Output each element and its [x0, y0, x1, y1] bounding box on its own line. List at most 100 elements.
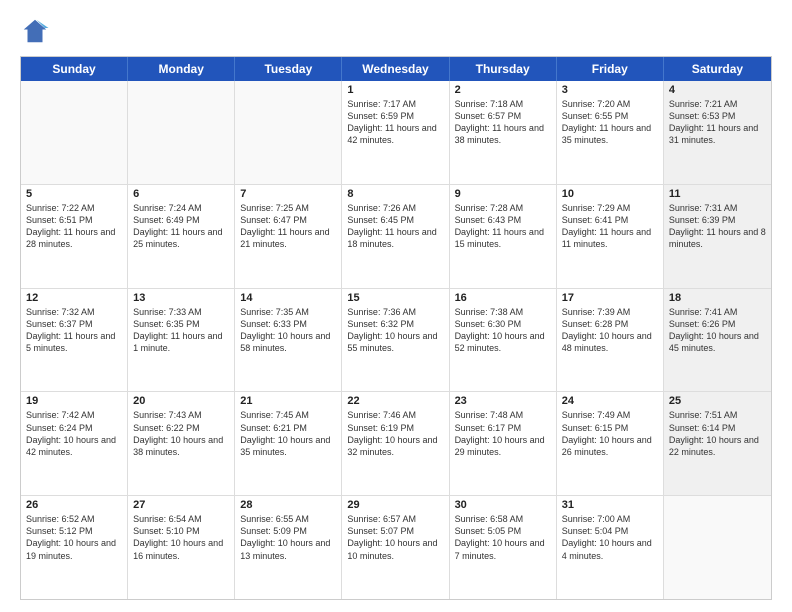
calendar-cell: 1 Sunrise: 7:17 AM Sunset: 6:59 PM Daylig…: [342, 81, 449, 184]
day-number: 1: [347, 84, 443, 96]
day-number: 24: [562, 395, 658, 407]
calendar-cell: 11 Sunrise: 7:31 AM Sunset: 6:39 PM Dayli…: [664, 185, 771, 288]
cell-details: Sunrise: 7:32 AM Sunset: 6:37 PM Dayligh…: [26, 306, 122, 355]
cell-details: Sunrise: 7:43 AM Sunset: 6:22 PM Dayligh…: [133, 409, 229, 458]
cell-details: Sunrise: 7:41 AM Sunset: 6:26 PM Dayligh…: [669, 306, 766, 355]
calendar-cell: [664, 496, 771, 599]
calendar-cell: 24 Sunrise: 7:49 AM Sunset: 6:15 PM Dayli…: [557, 392, 664, 495]
cell-details: Sunrise: 6:55 AM Sunset: 5:09 PM Dayligh…: [240, 513, 336, 562]
day-number: 14: [240, 292, 336, 304]
calendar-cell: 12 Sunrise: 7:32 AM Sunset: 6:37 PM Dayli…: [21, 289, 128, 392]
calendar-cell: 7 Sunrise: 7:25 AM Sunset: 6:47 PM Daylig…: [235, 185, 342, 288]
calendar-cell: 29Sunrise: 6:57 AM Sunset: 5:07 PM Dayli…: [342, 496, 449, 599]
cell-details: Sunrise: 7:42 AM Sunset: 6:24 PM Dayligh…: [26, 409, 122, 458]
day-number: 5: [26, 188, 122, 200]
header-day-wednesday: Wednesday: [342, 57, 449, 81]
day-number: 30: [455, 499, 551, 511]
cell-details: Sunrise: 7:17 AM Sunset: 6:59 PM Dayligh…: [347, 98, 443, 147]
day-number: 25: [669, 395, 766, 407]
day-number: 19: [26, 395, 122, 407]
day-number: 8: [347, 188, 443, 200]
calendar-row-3: 19 Sunrise: 7:42 AM Sunset: 6:24 PM Dayli…: [21, 392, 771, 496]
day-number: 16: [455, 292, 551, 304]
day-number: 10: [562, 188, 658, 200]
cell-details: Sunrise: 7:38 AM Sunset: 6:30 PM Dayligh…: [455, 306, 551, 355]
day-number: 12: [26, 292, 122, 304]
calendar-cell: 23Sunrise: 7:48 AM Sunset: 6:17 PM Dayli…: [450, 392, 557, 495]
cell-details: Sunrise: 7:45 AM Sunset: 6:21 PM Dayligh…: [240, 409, 336, 458]
cell-details: Sunrise: 7:48 AM Sunset: 6:17 PM Dayligh…: [455, 409, 551, 458]
calendar-cell: 28Sunrise: 6:55 AM Sunset: 5:09 PM Dayli…: [235, 496, 342, 599]
day-number: 20: [133, 395, 229, 407]
calendar-cell: 30 Sunrise: 6:58 AM Sunset: 5:05 PM Dayli…: [450, 496, 557, 599]
header-day-friday: Friday: [557, 57, 664, 81]
cell-details: Sunrise: 7:00 AM Sunset: 5:04 PM Dayligh…: [562, 513, 658, 562]
cell-details: Sunrise: 7:46 AM Sunset: 6:19 PM Dayligh…: [347, 409, 443, 458]
cell-details: Sunrise: 7:36 AM Sunset: 6:32 PM Dayligh…: [347, 306, 443, 355]
calendar-cell: 18 Sunrise: 7:41 AM Sunset: 6:26 PM Dayli…: [664, 289, 771, 392]
calendar-cell: 5 Sunrise: 7:22 AM Sunset: 6:51 PM Daylig…: [21, 185, 128, 288]
day-number: 26: [26, 499, 122, 511]
calendar-cell: 17 Sunrise: 7:39 AM Sunset: 6:28 PM Dayli…: [557, 289, 664, 392]
cell-details: Sunrise: 7:49 AM Sunset: 6:15 PM Dayligh…: [562, 409, 658, 458]
cell-details: Sunrise: 7:21 AM Sunset: 6:53 PM Dayligh…: [669, 98, 766, 147]
calendar-cell: 31 Sunrise: 7:00 AM Sunset: 5:04 PM Dayli…: [557, 496, 664, 599]
page: SundayMondayTuesdayWednesdayThursdayFrid…: [0, 0, 792, 612]
day-number: 6: [133, 188, 229, 200]
cell-details: Sunrise: 7:26 AM Sunset: 6:45 PM Dayligh…: [347, 202, 443, 251]
cell-details: Sunrise: 7:22 AM Sunset: 6:51 PM Dayligh…: [26, 202, 122, 251]
calendar-cell: 26Sunrise: 6:52 AM Sunset: 5:12 PM Dayli…: [21, 496, 128, 599]
calendar-cell: 2Sunrise: 7:18 AM Sunset: 6:57 PM Daylig…: [450, 81, 557, 184]
calendar-cell: 16 Sunrise: 7:38 AM Sunset: 6:30 PM Dayli…: [450, 289, 557, 392]
calendar-cell: 19 Sunrise: 7:42 AM Sunset: 6:24 PM Dayli…: [21, 392, 128, 495]
cell-details: Sunrise: 7:18 AM Sunset: 6:57 PM Dayligh…: [455, 98, 551, 147]
calendar-cell: 6 Sunrise: 7:24 AM Sunset: 6:49 PM Daylig…: [128, 185, 235, 288]
calendar-cell: 14 Sunrise: 7:35 AM Sunset: 6:33 PM Dayli…: [235, 289, 342, 392]
day-number: 9: [455, 188, 551, 200]
cell-details: Sunrise: 7:24 AM Sunset: 6:49 PM Dayligh…: [133, 202, 229, 251]
day-number: 22: [347, 395, 443, 407]
day-number: 18: [669, 292, 766, 304]
cell-details: Sunrise: 6:58 AM Sunset: 5:05 PM Dayligh…: [455, 513, 551, 562]
calendar-body: 1 Sunrise: 7:17 AM Sunset: 6:59 PM Daylig…: [21, 81, 771, 599]
cell-details: Sunrise: 7:29 AM Sunset: 6:41 PM Dayligh…: [562, 202, 658, 251]
day-number: 15: [347, 292, 443, 304]
day-number: 11: [669, 188, 766, 200]
cell-details: Sunrise: 7:28 AM Sunset: 6:43 PM Dayligh…: [455, 202, 551, 251]
calendar-row-1: 5 Sunrise: 7:22 AM Sunset: 6:51 PM Daylig…: [21, 185, 771, 289]
logo: [20, 16, 54, 46]
header: [20, 16, 772, 46]
cell-details: Sunrise: 7:39 AM Sunset: 6:28 PM Dayligh…: [562, 306, 658, 355]
calendar-cell: 9 Sunrise: 7:28 AM Sunset: 6:43 PM Daylig…: [450, 185, 557, 288]
calendar-cell: 8 Sunrise: 7:26 AM Sunset: 6:45 PM Daylig…: [342, 185, 449, 288]
header-day-monday: Monday: [128, 57, 235, 81]
calendar-row-0: 1 Sunrise: 7:17 AM Sunset: 6:59 PM Daylig…: [21, 81, 771, 185]
header-day-sunday: Sunday: [21, 57, 128, 81]
day-number: 4: [669, 84, 766, 96]
day-number: 29: [347, 499, 443, 511]
calendar-cell: 21 Sunrise: 7:45 AM Sunset: 6:21 PM Dayli…: [235, 392, 342, 495]
calendar-cell: [21, 81, 128, 184]
header-day-saturday: Saturday: [664, 57, 771, 81]
cell-details: Sunrise: 7:35 AM Sunset: 6:33 PM Dayligh…: [240, 306, 336, 355]
calendar-cell: [128, 81, 235, 184]
day-number: 3: [562, 84, 658, 96]
calendar-cell: 20 Sunrise: 7:43 AM Sunset: 6:22 PM Dayli…: [128, 392, 235, 495]
cell-details: Sunrise: 7:20 AM Sunset: 6:55 PM Dayligh…: [562, 98, 658, 147]
day-number: 31: [562, 499, 658, 511]
calendar-cell: 10 Sunrise: 7:29 AM Sunset: 6:41 PM Dayli…: [557, 185, 664, 288]
header-day-thursday: Thursday: [450, 57, 557, 81]
cell-details: Sunrise: 7:25 AM Sunset: 6:47 PM Dayligh…: [240, 202, 336, 251]
day-number: 17: [562, 292, 658, 304]
header-day-tuesday: Tuesday: [235, 57, 342, 81]
day-number: 21: [240, 395, 336, 407]
cell-details: Sunrise: 6:54 AM Sunset: 5:10 PM Dayligh…: [133, 513, 229, 562]
calendar-row-2: 12 Sunrise: 7:32 AM Sunset: 6:37 PM Dayli…: [21, 289, 771, 393]
day-number: 27: [133, 499, 229, 511]
cell-details: Sunrise: 7:51 AM Sunset: 6:14 PM Dayligh…: [669, 409, 766, 458]
calendar-row-4: 26Sunrise: 6:52 AM Sunset: 5:12 PM Dayli…: [21, 496, 771, 599]
calendar-cell: 3 Sunrise: 7:20 AM Sunset: 6:55 PM Daylig…: [557, 81, 664, 184]
calendar: SundayMondayTuesdayWednesdayThursdayFrid…: [20, 56, 772, 600]
cell-details: Sunrise: 7:31 AM Sunset: 6:39 PM Dayligh…: [669, 202, 766, 251]
day-number: 7: [240, 188, 336, 200]
